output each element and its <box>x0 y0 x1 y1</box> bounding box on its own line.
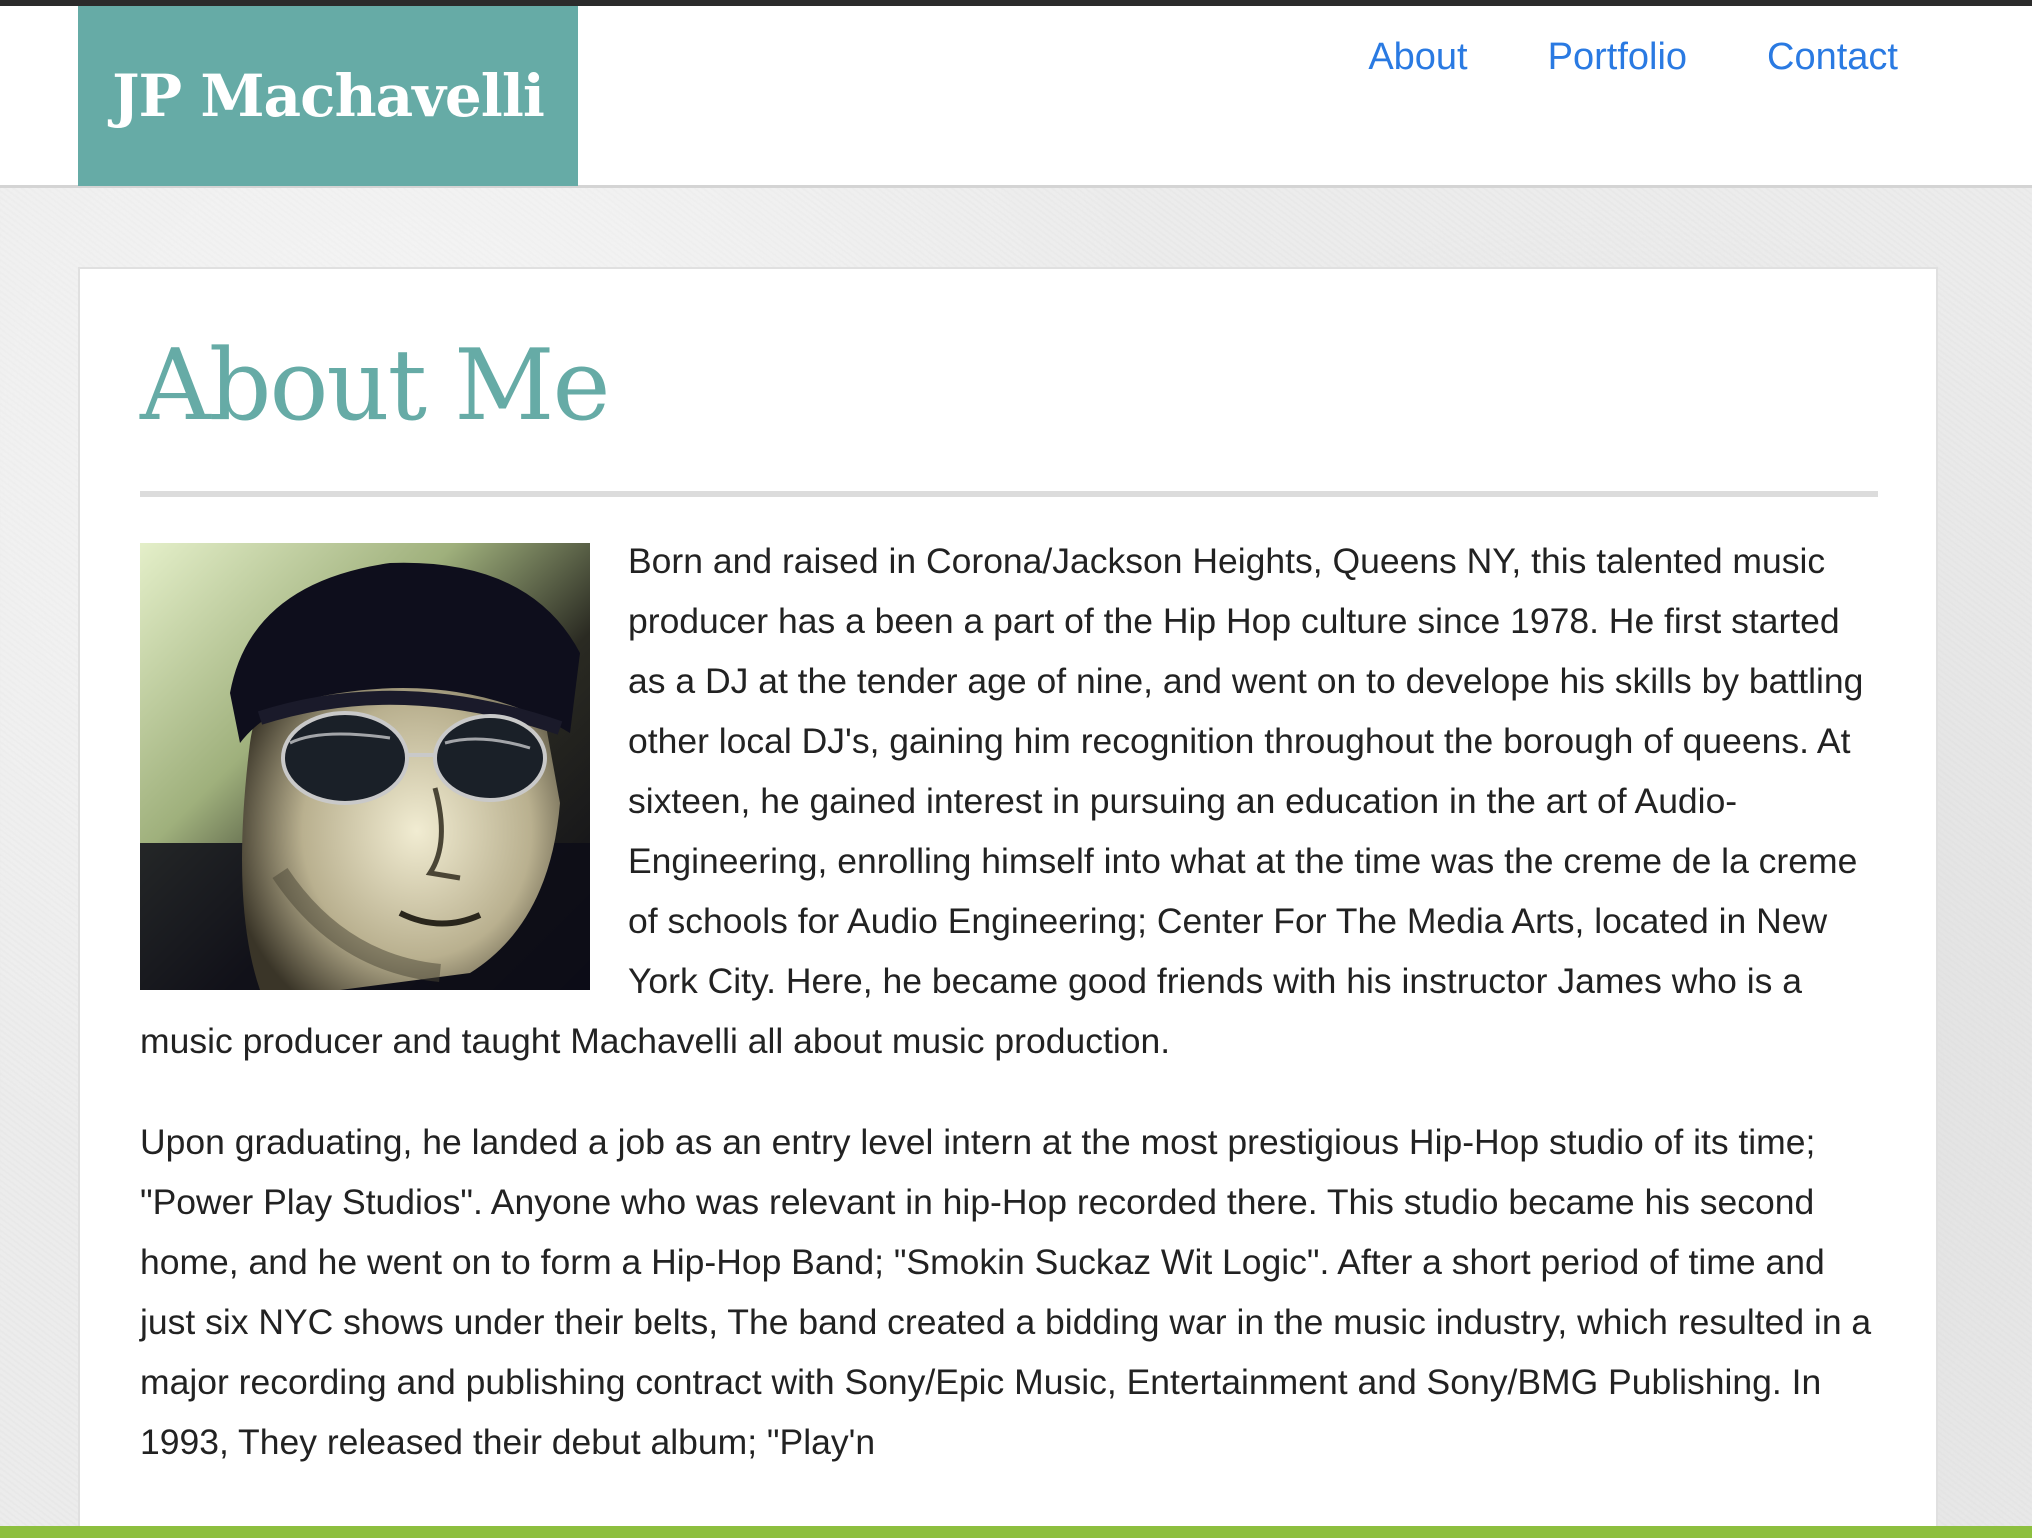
footer-accent-bar <box>0 1526 2032 1538</box>
about-card-content: About Me Born and raised in Corona/Jacks… <box>140 329 1878 1513</box>
site-logo[interactable]: JP Machavelli <box>78 6 578 186</box>
site-header: JP Machavelli About Portfolio Contact <box>0 6 2032 188</box>
main-nav: About Portfolio Contact <box>1368 36 1898 79</box>
nav-link-contact[interactable]: Contact <box>1767 36 1898 79</box>
title-divider <box>140 491 1878 497</box>
nav-link-about[interactable]: About <box>1368 36 1467 79</box>
profile-photo <box>140 543 590 990</box>
profile-photo-graphic <box>140 543 590 990</box>
page-title: About Me <box>140 329 611 443</box>
about-text: Born and raised in Corona/Jackson Height… <box>140 531 1878 1472</box>
about-paragraph-2: Upon graduating, he landed a job as an e… <box>140 1122 1872 1462</box>
about-card: About Me Born and raised in Corona/Jacks… <box>78 267 1938 1538</box>
nav-link-portfolio[interactable]: Portfolio <box>1548 36 1687 79</box>
site-name: JP Machavelli <box>112 62 545 130</box>
